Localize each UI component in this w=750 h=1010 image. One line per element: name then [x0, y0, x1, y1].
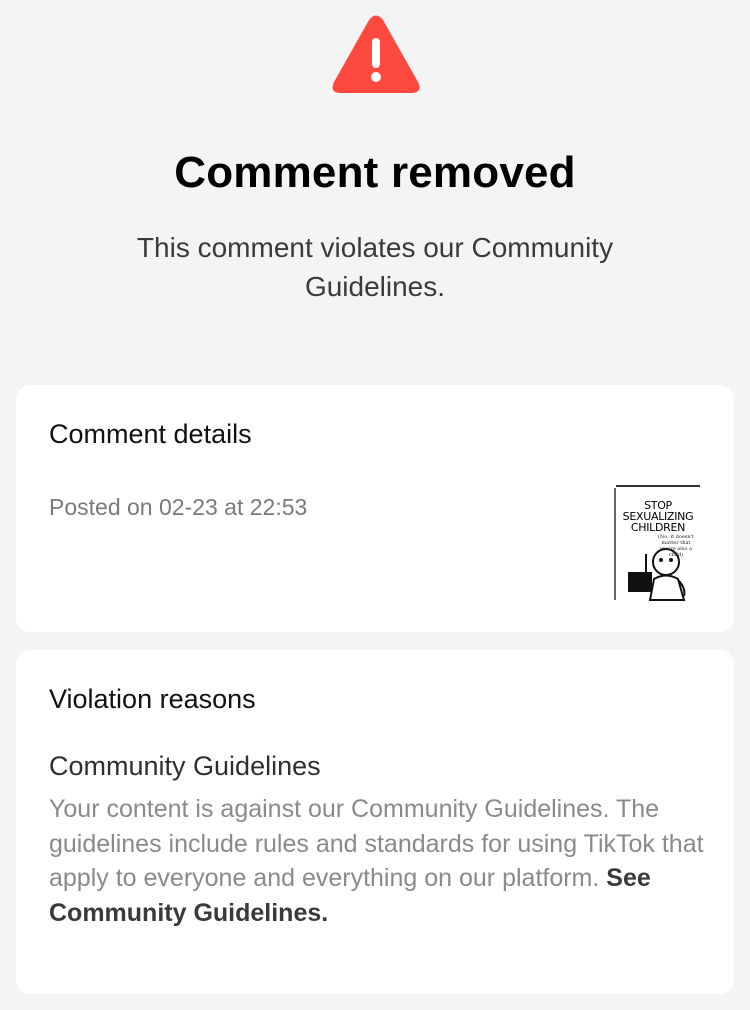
- thumbnail-small-text: (No, it doesn't matter that you're also …: [657, 534, 695, 558]
- violation-reasons-title: Violation reasons: [49, 684, 256, 714]
- page-title: Comment removed: [174, 148, 576, 197]
- reason-description: Your content is against our Community Gu…: [49, 792, 709, 930]
- posted-timestamp: Posted on 02-23 at 22:53: [49, 494, 308, 520]
- reason-heading: Community Guidelines: [49, 751, 321, 781]
- warning-triangle-icon: [332, 15, 420, 93]
- comment-details-title: Comment details: [49, 419, 252, 449]
- violation-reasons-card: Violation reasons Community Guidelines Y…: [16, 650, 734, 994]
- thumbnail-caption: STOP SEXUALIZING CHILDREN: [622, 499, 694, 534]
- comment-details-card: Comment details Posted on 02-23 at 22:53…: [16, 385, 734, 632]
- page-subtitle: This comment violates our Community Guid…: [136, 232, 614, 302]
- comment-thumbnail[interactable]: STOP SEXUALIZING CHILDREN (No, it doesn'…: [614, 484, 702, 602]
